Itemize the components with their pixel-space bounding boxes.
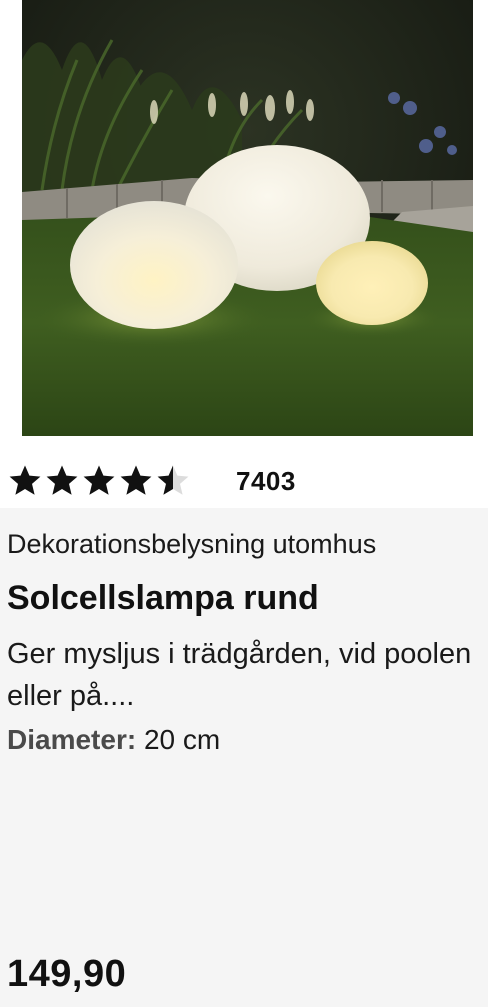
star-icon [120,465,152,495]
product-image[interactable] [22,0,473,436]
star-icon [83,465,115,495]
attribute-label: Diameter: [7,724,137,755]
product-description: Ger mysljus i trädgården, vid poolen ell… [7,638,472,712]
product-category: Dekorationsbelysning utomhus [7,529,377,559]
product-attribute: Diameter: 20 cm [7,723,220,757]
star-rating [8,464,190,498]
star-icon [9,465,41,495]
product-info[interactable]: Dekorationsbelysning utomhus Solcellslam… [0,508,488,1007]
review-count[interactable]: 7403 [236,466,296,497]
product-title[interactable]: Solcellslampa rund [7,578,319,618]
star-icon [157,465,189,495]
product-card[interactable]: 7403 Dekorationsbelysning utomhus Solcel… [0,0,488,1007]
star-icon [46,465,78,495]
product-image-area[interactable] [0,0,488,452]
product-price: 149,90 [7,953,127,995]
attribute-value: 20 cm [143,724,221,755]
